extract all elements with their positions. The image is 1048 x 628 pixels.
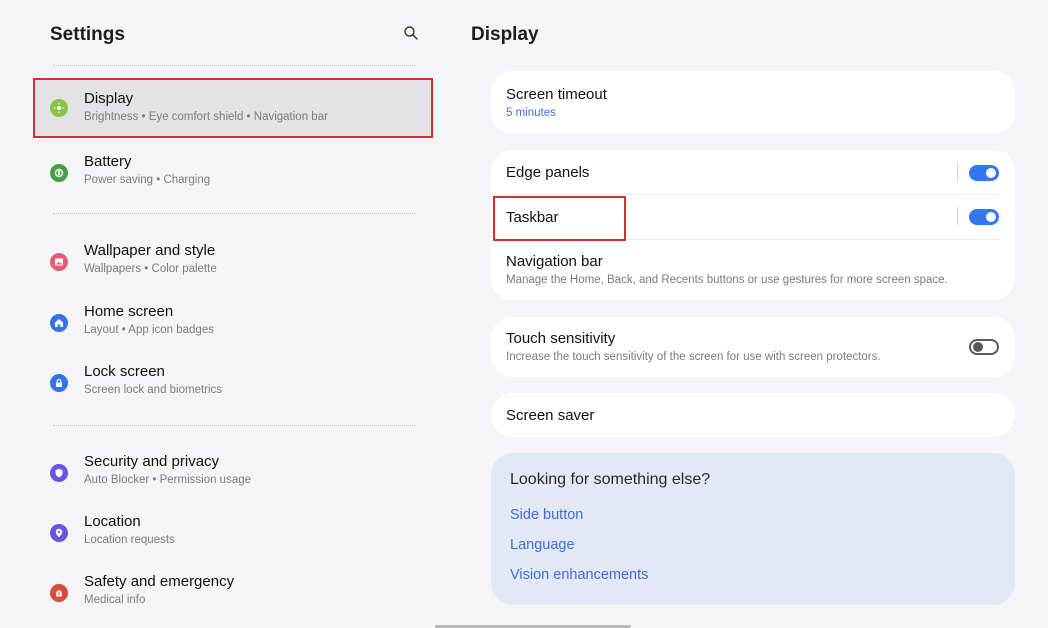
navigation-bar-label: Navigation bar [506, 253, 603, 270]
vision-enhancements-link[interactable]: Vision enhancements [510, 567, 648, 583]
toggle-knob [986, 168, 996, 178]
search-icon[interactable] [403, 25, 419, 41]
sidebar-item-label: Safety and emergency [84, 573, 235, 590]
sidebar-item-label: Display [84, 90, 134, 107]
sidebar-item-wallpaper[interactable]: Wallpaper and style Wallpapers • Color p… [33, 234, 431, 290]
language-link[interactable]: Language [510, 537, 575, 553]
sidebar-item-subtitle: Power saving • Charging [84, 174, 211, 186]
looking-for-something-else-card: Looking for something else? Side button … [491, 453, 1015, 605]
emergency-icon [50, 584, 68, 602]
divider [53, 425, 415, 426]
taskbar-highlight [493, 196, 626, 241]
sidebar-item-location[interactable]: Location Location requests [33, 505, 431, 561]
taskbar-toggle[interactable] [969, 209, 999, 225]
sidebar-item-lock-screen[interactable]: Lock screen Screen lock and biometrics [33, 355, 431, 411]
screen-saver-label: Screen saver [506, 407, 595, 424]
sidebar-item-home-screen[interactable]: Home screen Layout • App icon badges [33, 295, 431, 351]
divider [957, 163, 958, 181]
divider [957, 207, 958, 225]
screen-timeout-label: Screen timeout [506, 86, 607, 103]
shield-icon [50, 464, 68, 482]
edge-panels-row[interactable]: Edge panels [491, 150, 1015, 194]
edge-panels-toggle[interactable] [969, 165, 999, 181]
sidebar-item-battery[interactable]: Battery Power saving • Charging [33, 145, 431, 201]
side-button-link[interactable]: Side button [510, 507, 583, 523]
sidebar-item-subtitle: Location requests [84, 534, 175, 546]
sidebar-item-label: Location [84, 513, 141, 530]
sidebar-item-label: Wallpaper and style [84, 242, 216, 259]
settings-screen: Settings Display Brightness • Eye comfor… [7, 8, 1041, 628]
sidebar-item-label: Home screen [84, 303, 174, 320]
sidebar-item-display[interactable]: Display Brightness • Eye comfort shield … [33, 78, 433, 138]
settings-title: Settings [50, 24, 125, 45]
touch-sensitivity-label: Touch sensitivity [506, 330, 616, 347]
screen-saver-card: Screen saver [491, 393, 1015, 437]
divider [53, 65, 415, 66]
suggestions-heading: Looking for something else? [510, 471, 711, 488]
screen-saver-row[interactable]: Screen saver [491, 393, 1015, 437]
sidebar-item-label: Security and privacy [84, 453, 220, 470]
sidebar-item-security[interactable]: Security and privacy Auto Blocker • Perm… [33, 445, 431, 501]
location-pin-icon [50, 524, 68, 542]
screen-timeout-row[interactable]: Screen timeout 5 minutes [491, 71, 1015, 134]
sidebar-item-safety[interactable]: Safety and emergency Medical info [33, 565, 431, 621]
settings-list-pane: Settings Display Brightness • Eye comfor… [7, 8, 437, 620]
wallpaper-icon [50, 253, 68, 271]
screen-timeout-card: Screen timeout 5 minutes [491, 71, 1015, 134]
home-icon [50, 314, 68, 332]
page-title: Display [471, 24, 539, 45]
navigation-bar-description: Manage the Home, Back, and Recents butto… [506, 274, 948, 286]
sidebar-item-subtitle: Screen lock and biometrics [84, 384, 223, 396]
sidebar-item-subtitle: Auto Blocker • Permission usage [84, 474, 252, 486]
sidebar-item-subtitle: Wallpapers • Color palette [84, 263, 217, 275]
divider [53, 213, 415, 214]
sidebar-item-subtitle: Layout • App icon badges [84, 324, 214, 336]
touch-sensitivity-card: Touch sensitivity Increase the touch sen… [491, 317, 1015, 377]
navigation-bar-row[interactable]: Navigation bar Manage the Home, Back, an… [491, 240, 1015, 300]
display-icon [50, 99, 68, 117]
sidebar-item-subtitle: Medical info [84, 594, 146, 606]
screen-timeout-value: 5 minutes [506, 107, 556, 119]
touch-sensitivity-toggle[interactable] [969, 339, 999, 355]
sidebar-item-label: Battery [84, 153, 132, 170]
sidebar-item-subtitle: Brightness • Eye comfort shield • Naviga… [84, 111, 328, 123]
touch-sensitivity-description: Increase the touch sensitivity of the sc… [506, 351, 881, 363]
lock-icon [50, 374, 68, 392]
edge-panels-label: Edge panels [506, 164, 590, 181]
sidebar-item-label: Lock screen [84, 363, 165, 380]
toggle-knob [986, 212, 996, 222]
toggle-knob [973, 342, 983, 352]
battery-icon [50, 164, 68, 182]
touch-sensitivity-row[interactable]: Touch sensitivity Increase the touch sen… [491, 317, 1015, 377]
